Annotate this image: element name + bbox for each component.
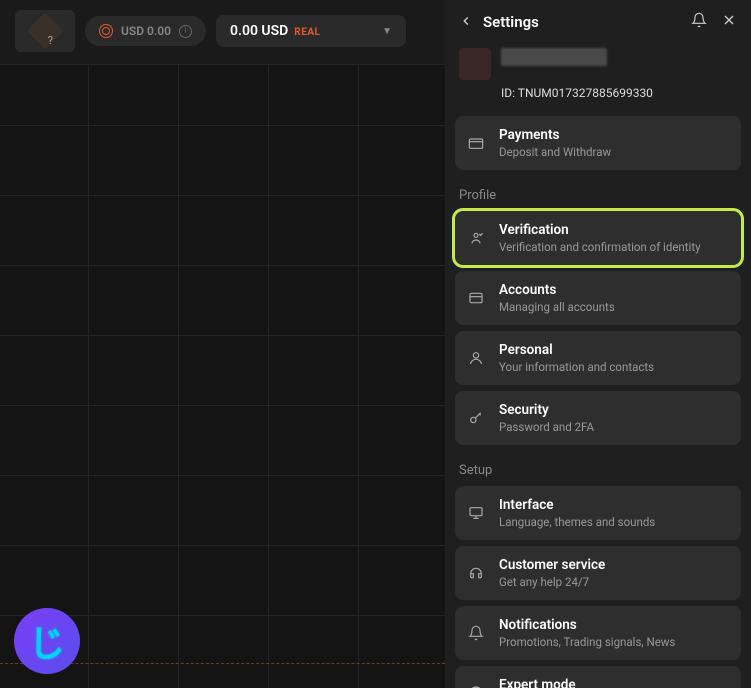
item-sub: Your information and contacts [499, 360, 729, 374]
info-icon: i [179, 25, 192, 38]
headset-icon [467, 564, 485, 582]
back-button[interactable] [459, 13, 473, 32]
item-title: Security [499, 402, 729, 418]
account-dropdown[interactable]: 0.00 USD REAL ▼ [216, 15, 406, 47]
close-icon[interactable] [721, 12, 737, 32]
avatar [459, 48, 491, 80]
logo-glyph: じ [29, 615, 65, 667]
menu-item-customer-service[interactable]: Customer service Get any help 24/7 [455, 546, 741, 600]
key-icon [467, 409, 485, 427]
menu-item-payments[interactable]: Payments Deposit and Withdraw [455, 116, 741, 170]
balance-pill[interactable]: USD 0.00 i [85, 16, 206, 46]
section-profile-label: Profile [445, 176, 751, 211]
panel-title: Settings [483, 13, 681, 31]
person-icon [467, 349, 485, 367]
item-sub: Verification and confirmation of identit… [499, 240, 729, 254]
globe-icon [467, 684, 485, 688]
user-name-redacted [501, 48, 607, 66]
item-sub: Deposit and Withdraw [499, 145, 729, 159]
menu-item-expert-mode[interactable]: Expert mode Advanced profile features Of… [455, 666, 741, 688]
bell-icon[interactable] [691, 12, 707, 32]
menu-item-personal[interactable]: Personal Your information and contacts [455, 331, 741, 385]
panel-header: Settings [445, 0, 751, 44]
item-title: Notifications [499, 617, 729, 633]
item-title: Personal [499, 342, 729, 358]
menu-item-accounts[interactable]: Accounts Managing all accounts [455, 271, 741, 325]
asset-selector[interactable]: ? [15, 10, 75, 52]
balance-value: USD 0.00 [121, 24, 171, 38]
refresh-icon [99, 24, 113, 38]
item-sub: Managing all accounts [499, 300, 729, 314]
dropdown-tag: REAL [294, 27, 320, 38]
card-icon [467, 289, 485, 307]
user-block: ID: TNUM017327885699330 [445, 44, 751, 116]
item-title: Payments [499, 127, 729, 143]
question-badge: ? [48, 34, 53, 47]
menu-item-interface[interactable]: Interface Language, themes and sounds [455, 486, 741, 540]
item-sub: Promotions, Trading signals, News [499, 635, 729, 649]
chevron-down-icon: ▼ [382, 26, 392, 37]
item-title: Expert mode [499, 677, 698, 688]
item-title: Verification [499, 222, 729, 238]
item-title: Customer service [499, 557, 729, 573]
item-sub: Get any help 24/7 [499, 575, 729, 589]
item-title: Accounts [499, 282, 729, 298]
chart-grid-area [0, 64, 445, 688]
cube-icon [27, 13, 64, 50]
user-id: ID: TNUM017327885699330 [501, 86, 737, 100]
dropdown-amount: 0.00 USD [230, 23, 288, 39]
wallet-icon [467, 134, 485, 152]
menu-item-notifications[interactable]: Notifications Promotions, Trading signal… [455, 606, 741, 660]
section-setup-label: Setup [445, 451, 751, 486]
item-sub: Language, themes and sounds [499, 515, 729, 529]
item-title: Interface [499, 497, 729, 513]
bell-outline-icon [467, 624, 485, 642]
menu-item-security[interactable]: Security Password and 2FA [455, 391, 741, 445]
menu-item-verification[interactable]: Verification Verification and confirmati… [455, 211, 741, 265]
brand-logo-button[interactable]: じ [14, 608, 80, 674]
top-bar: ? USD 0.00 i 0.00 USD REAL ▼ [15, 10, 406, 52]
item-sub: Password and 2FA [499, 420, 729, 434]
settings-panel: Settings ID: TNUM017327885699330 Payment… [445, 0, 751, 688]
interface-icon [467, 504, 485, 522]
verification-icon [467, 229, 485, 247]
